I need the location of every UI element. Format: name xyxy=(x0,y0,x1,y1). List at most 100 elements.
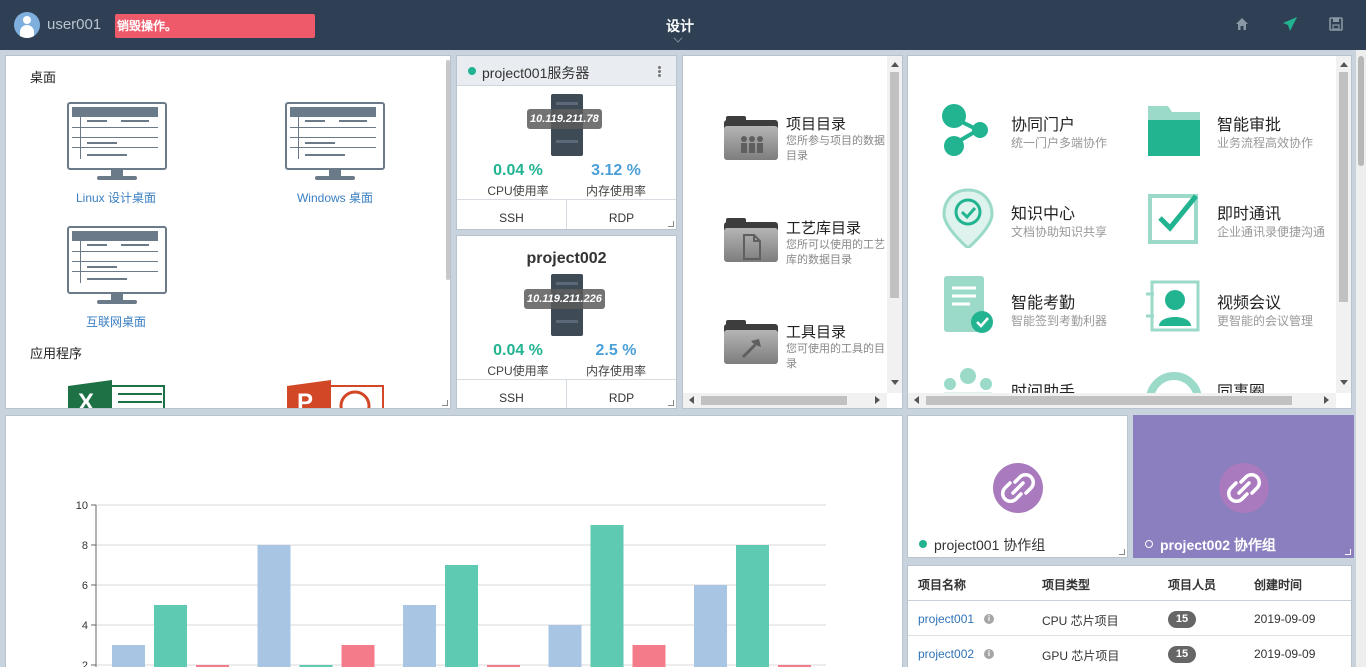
scroll-right-icon[interactable] xyxy=(875,396,880,404)
more-options-icon[interactable] xyxy=(658,66,661,69)
ssh-button[interactable]: SSH xyxy=(457,200,566,229)
status-dot xyxy=(1145,540,1153,548)
server-actions: SSH RDP xyxy=(457,379,676,408)
vertical-scrollbar[interactable] xyxy=(1336,56,1351,393)
share-nodes-icon[interactable] xyxy=(938,100,994,160)
desktop-linux-label[interactable]: Linux 设计桌面 xyxy=(36,189,196,206)
desktop-windows-label[interactable]: Windows 桌面 xyxy=(255,189,415,206)
members-badge: 15 xyxy=(1168,646,1196,663)
status-dot xyxy=(919,540,927,548)
send-icon[interactable] xyxy=(1282,16,1298,32)
memory-usage-value: 3.12 % xyxy=(591,162,641,179)
page-title[interactable]: 设计 xyxy=(640,16,720,36)
powerpoint-icon[interactable]: P xyxy=(287,380,387,409)
hammer-icon xyxy=(741,339,761,359)
tool-directory-title[interactable]: 工具目录 xyxy=(786,321,846,342)
column-header[interactable]: 创建时间 xyxy=(1254,576,1302,593)
ssh-button[interactable]: SSH xyxy=(457,380,566,408)
server-name: project002 xyxy=(526,250,607,267)
rdp-button[interactable]: RDP xyxy=(567,380,676,408)
vertical-scrollbar[interactable] xyxy=(887,56,902,393)
scroll-up-icon[interactable] xyxy=(1340,62,1348,67)
excel-icon[interactable]: X xyxy=(68,380,166,409)
memory-usage-value: 2.5 % xyxy=(595,342,637,359)
resize-handle[interactable] xyxy=(668,400,674,406)
project-directory-title[interactable]: 项目目录 xyxy=(786,113,846,134)
resize-handle[interactable] xyxy=(442,400,448,406)
tool-folder-icon[interactable] xyxy=(724,320,778,368)
group-label[interactable]: project002 协作组 xyxy=(1160,535,1276,555)
group-card[interactable]: project001 协作组 xyxy=(907,415,1128,558)
scroll-left-icon[interactable] xyxy=(689,396,694,404)
server-ip: 10.119.211.78 xyxy=(527,109,602,129)
app-name[interactable]: 视频会议 xyxy=(1217,289,1281,313)
page-scrollbar-thumb[interactable] xyxy=(1358,56,1364,166)
desktop-internet-label[interactable]: 互联网桌面 xyxy=(36,313,196,330)
horizontal-scrollbar[interactable] xyxy=(908,393,1336,408)
app-desc: 更智能的会议管理 xyxy=(1217,314,1314,328)
bar xyxy=(694,585,727,667)
app-name[interactable]: 智能考勤 xyxy=(1011,289,1075,313)
scroll-left-icon[interactable] xyxy=(914,396,919,404)
link-icon[interactable] xyxy=(1219,463,1269,513)
y-tick-label: 8 xyxy=(82,540,88,552)
project-type: GPU 芯片项目 xyxy=(1042,649,1120,663)
page-scrollbar[interactable] xyxy=(1356,50,1366,667)
resize-handle[interactable] xyxy=(668,221,674,227)
video-meeting-icon[interactable] xyxy=(1146,276,1202,336)
location-check-icon[interactable] xyxy=(940,188,996,248)
app-desc: 文档协助知识共享 xyxy=(1011,225,1108,239)
members-badge: 15 xyxy=(1168,611,1196,628)
process-library-directory-title[interactable]: 工艺库目录 xyxy=(786,217,861,238)
monitor-icon[interactable] xyxy=(285,102,385,182)
app-name[interactable]: 知识中心 xyxy=(1011,200,1075,224)
apps-section-title: 应用程序 xyxy=(30,346,83,361)
scroll-down-icon[interactable] xyxy=(891,380,899,385)
save-icon[interactable] xyxy=(1328,16,1344,32)
horizontal-scrollbar[interactable] xyxy=(683,393,887,408)
tool-directory-desc: 您可使用的工具的目录 xyxy=(786,343,885,370)
project-folder-icon[interactable] xyxy=(724,116,778,164)
link-icon[interactable] xyxy=(993,463,1043,513)
resize-handle[interactable] xyxy=(1119,549,1125,555)
bar xyxy=(403,605,436,667)
scroll-down-icon[interactable] xyxy=(1340,380,1348,385)
monitor-icon[interactable] xyxy=(67,102,167,182)
home-icon[interactable] xyxy=(1234,16,1250,32)
y-tick-label: 10 xyxy=(76,500,88,512)
bar xyxy=(445,565,478,667)
username[interactable]: user001 xyxy=(47,16,101,33)
project-name-link[interactable]: project002 xyxy=(918,647,974,661)
server-ip: 10.119.211.226 xyxy=(524,289,605,309)
checkbox-icon[interactable] xyxy=(1146,188,1202,248)
info-icon[interactable]: i xyxy=(984,649,994,659)
rdp-button[interactable]: RDP xyxy=(567,200,676,229)
column-header[interactable]: 项目人员 xyxy=(1168,576,1216,593)
app-name[interactable]: 协同门户 xyxy=(1011,111,1075,135)
app-desc: 企业通讯录便捷沟通 xyxy=(1217,225,1326,239)
avatar[interactable] xyxy=(14,12,40,38)
process-library-folder-icon[interactable] xyxy=(724,218,778,266)
project-name-link[interactable]: project001 xyxy=(918,612,974,626)
alert-message: 销毁操作。 xyxy=(115,14,315,38)
team-icon xyxy=(741,136,763,153)
group-label[interactable]: project001 协作组 xyxy=(934,535,1045,555)
resize-handle[interactable] xyxy=(1345,549,1351,555)
server-name: project001服务器 xyxy=(482,65,590,81)
column-header[interactable]: 项目名称 xyxy=(918,576,966,593)
group-card[interactable]: project002 协作组 xyxy=(1133,415,1354,558)
project-type: CPU 芯片项目 xyxy=(1042,614,1119,628)
desktop-scrollbar[interactable] xyxy=(446,60,450,280)
app-name[interactable]: 智能审批 xyxy=(1217,111,1281,135)
scroll-up-icon[interactable] xyxy=(891,62,899,67)
attendance-icon[interactable] xyxy=(940,274,996,334)
folder-icon[interactable] xyxy=(1146,102,1202,162)
bar xyxy=(632,645,666,667)
scroll-right-icon[interactable] xyxy=(1324,396,1329,404)
column-header[interactable]: 项目类型 xyxy=(1042,576,1090,593)
monitor-icon[interactable] xyxy=(67,226,167,306)
divider xyxy=(908,635,1351,636)
server-card-header: project001服务器 xyxy=(457,56,676,86)
app-name[interactable]: 即时通讯 xyxy=(1217,200,1281,224)
info-icon[interactable]: i xyxy=(984,614,994,624)
